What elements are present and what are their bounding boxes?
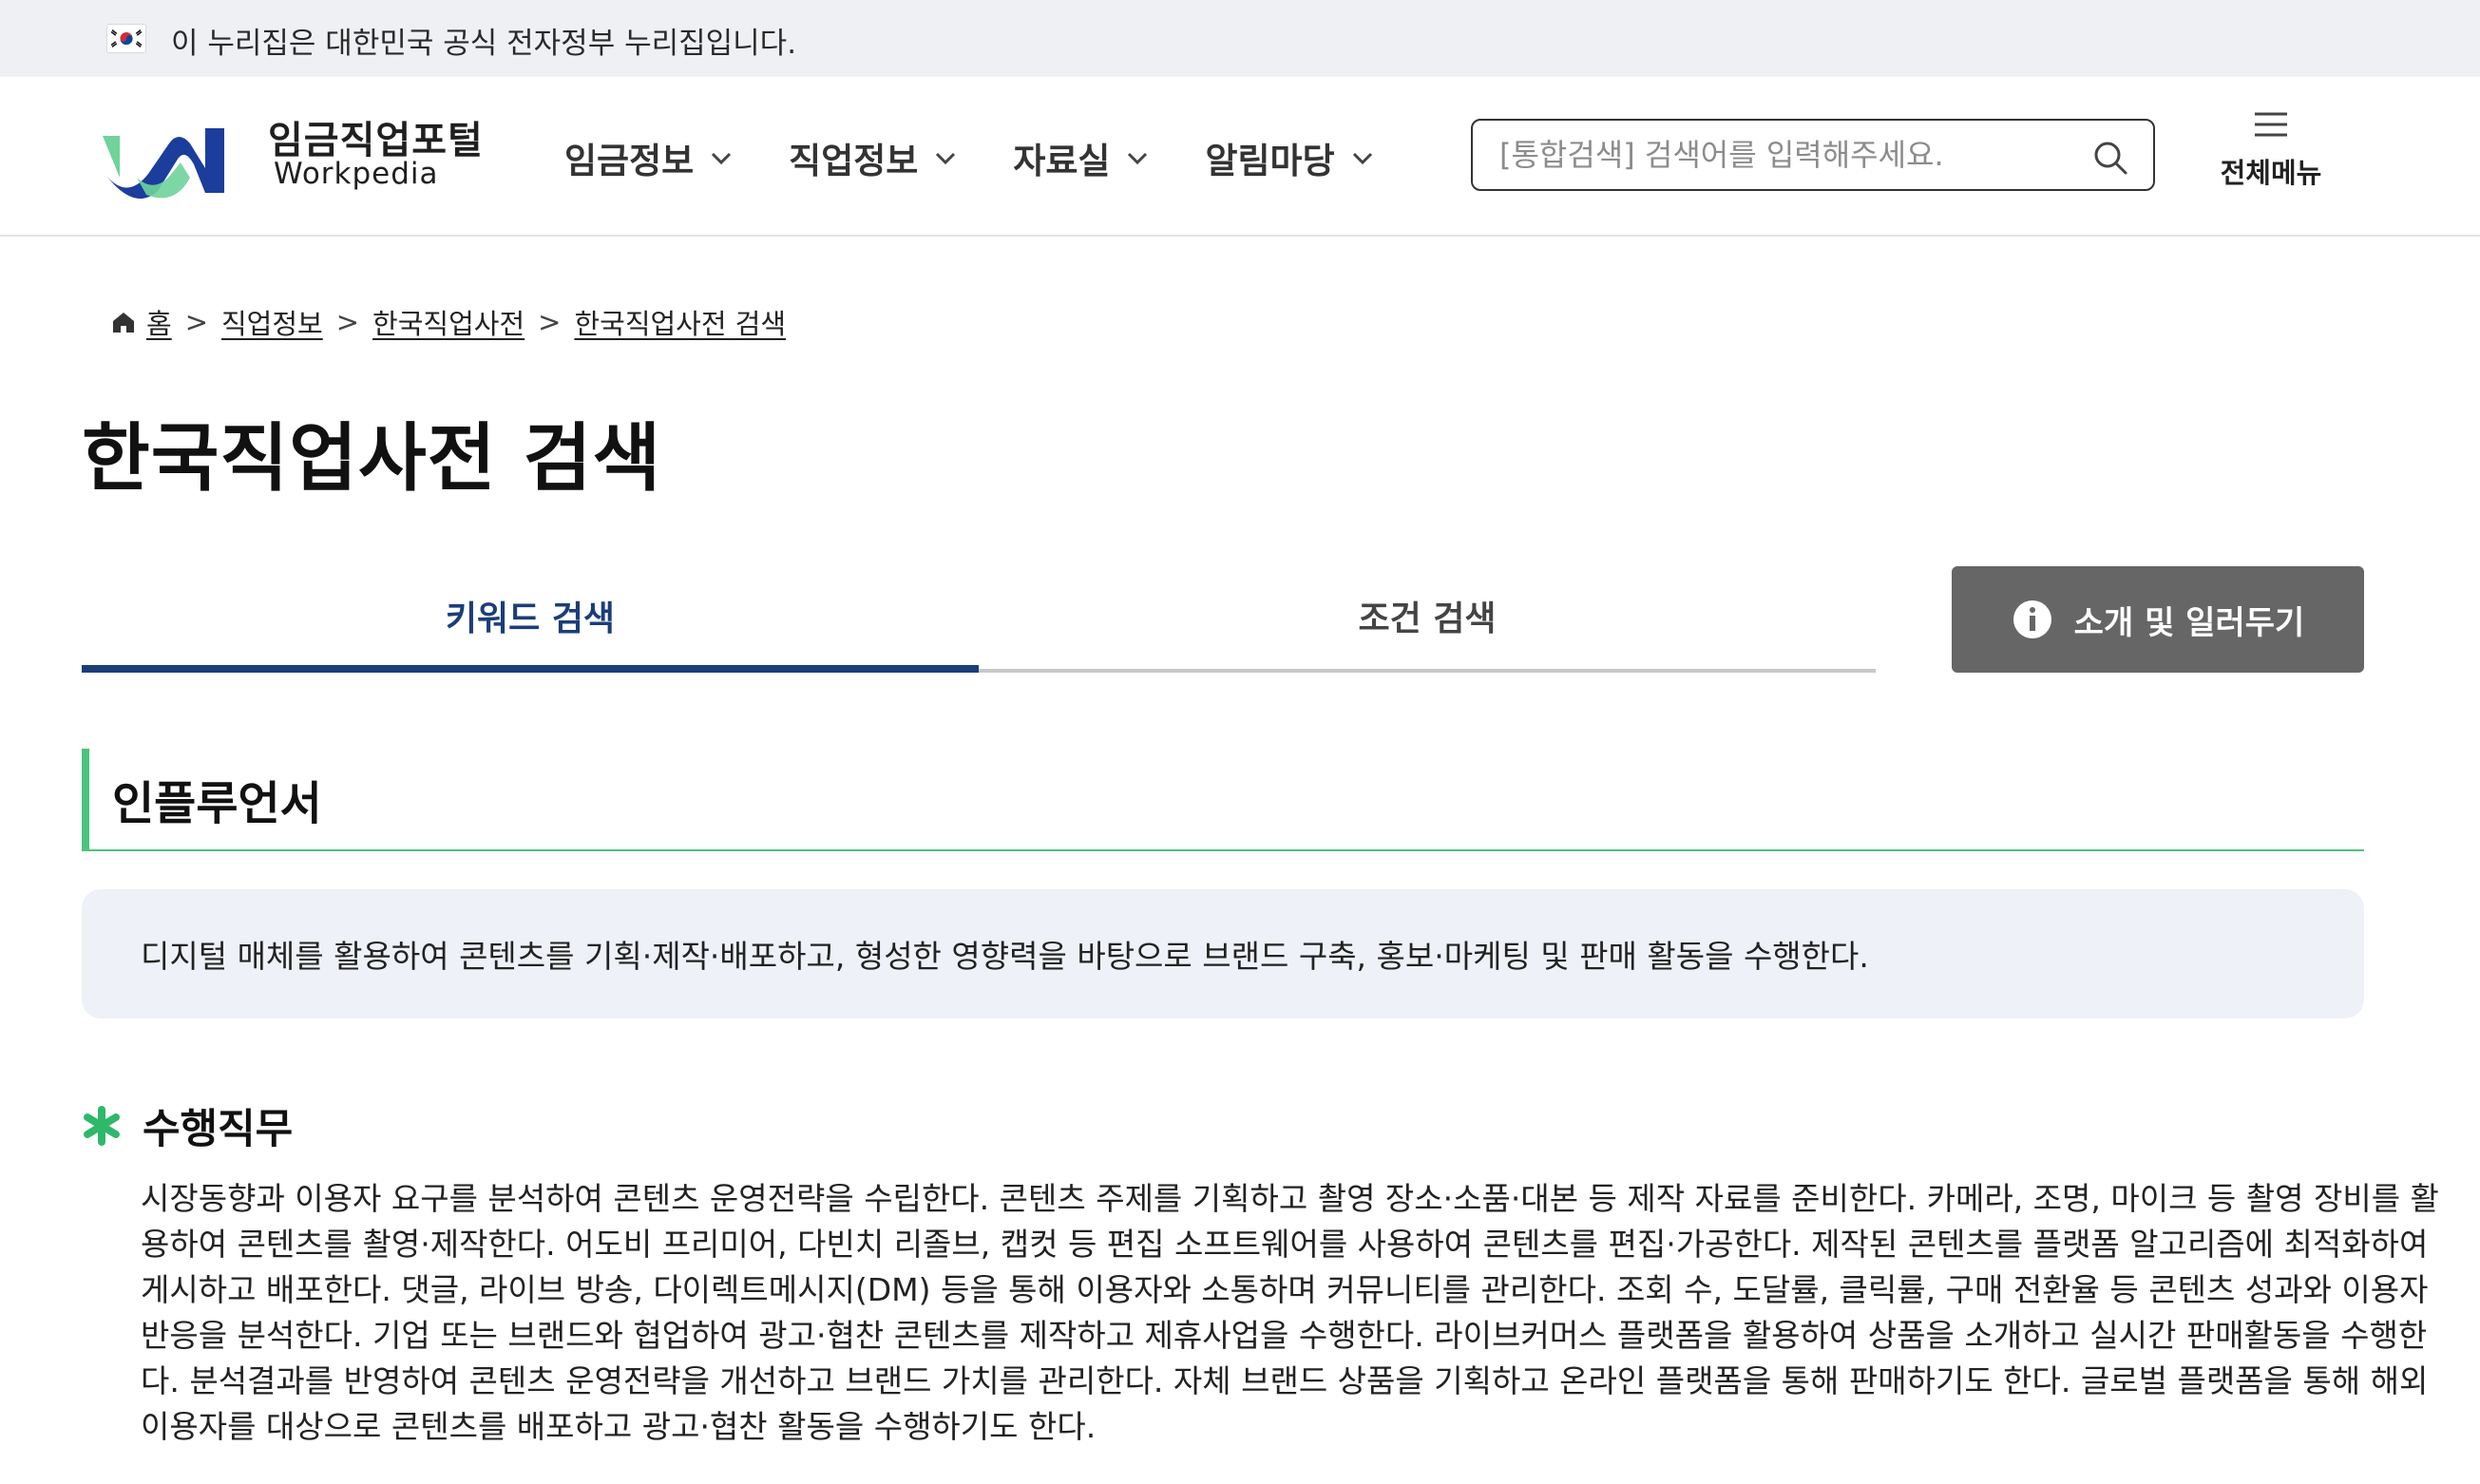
chevron-down-icon — [712, 152, 732, 165]
tab-condition-search[interactable]: 조건 검색 — [979, 561, 1876, 673]
duties-heading: 수행직무 — [82, 1096, 293, 1155]
gov-banner-text: 이 누리집은 대한민국 공식 전자정부 누리집입니다. — [171, 27, 797, 61]
breadcrumb-item[interactable]: 한국직업사전 — [372, 302, 525, 342]
nav-item-label: 자료실 — [1013, 141, 1111, 181]
job-summary-text: 디지털 매체를 활용하여 콘텐츠를 기획·제작·배포하고, 형성한 영향력을 바… — [141, 938, 1869, 975]
korea-flag-icon — [106, 24, 146, 53]
tab-label: 키워드 검색 — [445, 599, 616, 638]
home-icon — [113, 313, 134, 333]
chevron-right-icon: > — [184, 306, 208, 338]
hamburger-icon — [2255, 112, 2287, 137]
duties-text: 시장동향과 이용자 요구를 분석하여 콘텐츠 운영전략을 수립한다. 콘텐츠 주… — [141, 1176, 2439, 1450]
gov-banner: 이 누리집은 대한민국 공식 전자정부 누리집입니다. — [0, 0, 2480, 77]
duties-text-line: 다. 분석결과를 반영하여 콘텐츠 운영전략을 개선하고 브랜드 가치를 관리한… — [141, 1362, 2429, 1399]
breadcrumb: 홈 > 직업정보 > 한국직업사전 > 한국직업사전 검색 — [110, 302, 786, 342]
tab-label: 조건 검색 — [1358, 599, 1497, 638]
logo-title-en: Workpedia — [274, 157, 439, 191]
breadcrumb-item[interactable]: 직업정보 — [221, 302, 323, 342]
chevron-down-icon — [1128, 152, 1148, 165]
search-box — [1471, 119, 2155, 191]
nav-item-library[interactable]: 자료실 — [1013, 129, 1150, 186]
site-header: 임금직업포털 Workpedia 임금정보 직업정보 자료실 알림마당 [통합검… — [0, 77, 2480, 237]
duties-text-line: 게시하고 배포한다. 댓글, 라이브 방송, 다이렉트메시지(DM) 등을 통해… — [141, 1271, 2429, 1308]
chevron-right-icon: > — [538, 306, 562, 338]
tab-keyword-search[interactable]: 키워드 검색 — [82, 561, 979, 673]
info-icon — [2013, 600, 2051, 638]
duties-title: 수행직무 — [143, 1106, 294, 1153]
breadcrumb-item-current[interactable]: 한국직업사전 검색 — [574, 302, 786, 342]
search-icon[interactable] — [2091, 139, 2129, 177]
duties-text-line: 이용자를 대상으로 콘텐츠를 배포하고 광고·협찬 활동을 수행하기도 한다. — [141, 1408, 1097, 1445]
chevron-right-icon: > — [335, 306, 360, 338]
page-title: 한국직업사전 검색 — [82, 416, 662, 502]
nav-item-job-info[interactable]: 직업정보 — [789, 129, 958, 186]
duties-text-line: 반응을 분석한다. 기업 또는 브랜드와 협업하여 광고·협찬 콘텐츠를 제작하… — [141, 1317, 2428, 1354]
asterisk-icon — [84, 1106, 120, 1146]
job-title: 인플루언서 — [112, 777, 322, 830]
all-menu-button[interactable]: 전체메뉴 — [2214, 109, 2328, 204]
duties-text-line: 시장동향과 이용자 요구를 분석하여 콘텐츠 운영전략을 수립한다. 콘텐츠 주… — [141, 1180, 2439, 1217]
chevron-down-icon — [936, 152, 956, 165]
nav-item-label: 임금정보 — [564, 141, 695, 181]
intro-guide-button[interactable]: 소개 및 일러두기 — [1952, 566, 2364, 673]
nav-item-notice[interactable]: 알림마당 — [1205, 129, 1374, 186]
job-summary-box: 디지털 매체를 활용하여 콘텐츠를 기획·제작·배포하고, 형성한 영향력을 바… — [82, 889, 2364, 1018]
workpedia-logo-icon — [103, 128, 224, 200]
nav-item-label: 직업정보 — [789, 141, 919, 181]
main-nav: 임금정보 직업정보 자료실 알림마당 — [564, 129, 1430, 186]
breadcrumb-home[interactable]: 홈 — [146, 302, 172, 342]
search-tabs: 키워드 검색 조건 검색 — [82, 561, 1876, 673]
job-heading: 인플루언서 — [82, 749, 2364, 851]
chevron-down-icon — [1352, 152, 1372, 165]
all-menu-label: 전체메뉴 — [2220, 157, 2322, 189]
nav-item-label: 알림마당 — [1205, 141, 1335, 181]
intro-guide-label: 소개 및 일러두기 — [2073, 603, 2305, 642]
search-input[interactable] — [1499, 132, 2070, 178]
duties-text-line: 용하여 콘텐츠를 촬영·제작한다. 어도비 프리미어, 다빈치 리졸브, 캡컷 … — [141, 1226, 2429, 1263]
nav-item-wage-info[interactable]: 임금정보 — [564, 129, 734, 186]
site-logo[interactable]: 임금직업포털 Workpedia — [99, 109, 483, 204]
